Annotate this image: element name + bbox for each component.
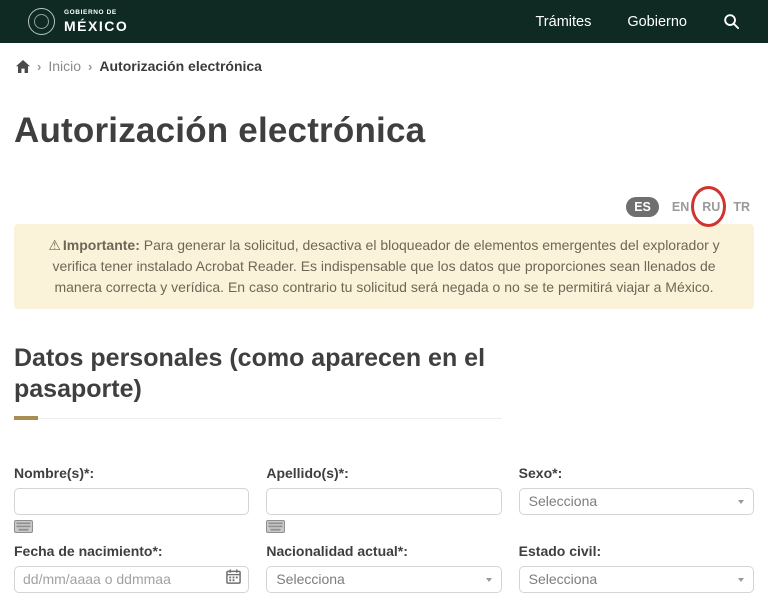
field-apellido: Apellido(s)*: xyxy=(266,465,501,538)
estado-civil-select-value: Selecciona xyxy=(529,571,598,587)
lang-en[interactable]: EN xyxy=(672,200,689,214)
field-nombre: Nombre(s)*: xyxy=(14,465,249,538)
nacionalidad-select[interactable]: Selecciona xyxy=(266,566,501,593)
logo-text: GOBIERNO DE MÉXICO xyxy=(64,10,128,33)
breadcrumb-current: Autorización electrónica xyxy=(99,58,262,74)
nav-gobierno[interactable]: Gobierno xyxy=(627,14,687,30)
logo-line1: GOBIERNO DE xyxy=(64,10,128,17)
lang-tr[interactable]: TR xyxy=(733,200,750,214)
breadcrumb-separator: › xyxy=(88,59,92,74)
sexo-select[interactable]: Selecciona xyxy=(519,488,754,515)
nav-tramites[interactable]: Trámites xyxy=(535,14,591,30)
nacionalidad-label: Nacionalidad actual*: xyxy=(266,543,501,559)
field-nacionalidad: Nacionalidad actual*: Selecciona xyxy=(266,543,501,593)
chevron-down-icon xyxy=(486,578,492,582)
nombre-label: Nombre(s)*: xyxy=(14,465,249,481)
sexo-select-value: Selecciona xyxy=(529,493,598,509)
fecha-nacimiento-input[interactable] xyxy=(15,567,226,592)
chevron-down-icon xyxy=(738,500,744,504)
virtual-keyboard-icon[interactable] xyxy=(266,520,286,538)
search-icon[interactable] xyxy=(723,13,740,30)
heading-accent-bar xyxy=(14,416,38,420)
header-bar: GOBIERNO DE MÉXICO Trámites Gobierno xyxy=(0,0,768,43)
fecha-nacimiento-label: Fecha de nacimiento*: xyxy=(14,543,249,559)
lang-es[interactable]: ES xyxy=(626,197,659,217)
gobmx-logo[interactable]: GOBIERNO DE MÉXICO xyxy=(28,8,128,35)
breadcrumb-inicio[interactable]: Inicio xyxy=(48,58,81,74)
section-datos-personales: Datos personales (como aparecen en el pa… xyxy=(14,343,502,419)
field-sexo: Sexo*: Selecciona xyxy=(519,465,754,538)
field-fecha-nacimiento: Fecha de nacimiento*: xyxy=(14,543,249,593)
field-estado-civil: Estado civil: Selecciona xyxy=(519,543,754,593)
mexico-seal-icon xyxy=(28,8,55,35)
nombre-input[interactable] xyxy=(14,488,249,515)
apellido-label: Apellido(s)*: xyxy=(266,465,501,481)
apellido-input[interactable] xyxy=(266,488,501,515)
estado-civil-select[interactable]: Selecciona xyxy=(519,566,754,593)
header-nav: Trámites Gobierno xyxy=(535,13,740,30)
estado-civil-label: Estado civil: xyxy=(519,543,754,559)
section-title: Datos personales (como aparecen en el pa… xyxy=(14,343,502,406)
important-alert: ⚠Importante: Para generar la solicitud, … xyxy=(14,224,754,309)
sexo-label: Sexo*: xyxy=(519,465,754,481)
virtual-keyboard-icon[interactable] xyxy=(14,520,34,538)
logo-line2: MÉXICO xyxy=(64,19,128,33)
page-title: Autorización electrónica xyxy=(14,111,754,151)
alert-text: Para generar la solicitud, desactiva el … xyxy=(52,237,719,295)
home-icon[interactable] xyxy=(16,60,30,73)
lang-ru[interactable]: RU xyxy=(702,200,720,214)
chevron-down-icon xyxy=(738,578,744,582)
personal-data-form: Nombre(s)*: Apellido(s)*: xyxy=(14,465,754,593)
alert-title: Importante: xyxy=(63,237,140,253)
language-selector: ES EN RU TR xyxy=(14,197,754,217)
nacionalidad-select-value: Selecciona xyxy=(276,571,345,587)
breadcrumb: › Inicio › Autorización electrónica xyxy=(0,43,768,74)
breadcrumb-separator: › xyxy=(37,59,41,74)
calendar-icon[interactable] xyxy=(226,569,241,589)
warning-icon: ⚠ xyxy=(48,237,61,253)
fecha-nacimiento-input-wrap xyxy=(14,566,249,593)
